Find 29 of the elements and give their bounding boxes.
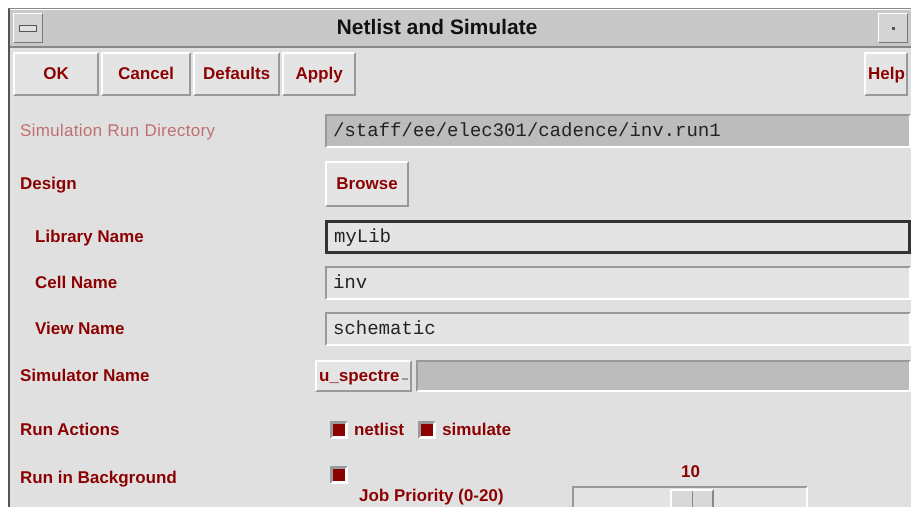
- dialog-button[interactable]: OK: [13, 52, 99, 96]
- priority-label: Job Priority (0-20): [359, 486, 505, 506]
- dialog-button[interactable]: Cancel: [101, 52, 191, 96]
- checkbox[interactable]: [418, 421, 436, 439]
- window-title: Netlist and Simulate: [336, 16, 538, 40]
- dropdown-button[interactable]: u_spectre: [315, 360, 412, 392]
- checkbox[interactable]: [330, 421, 348, 439]
- slider-value: 10: [681, 462, 700, 482]
- field-label: View Name: [34, 319, 126, 339]
- dialog-button[interactable]: Defaults: [193, 52, 280, 96]
- field-label: Run Actions: [20, 420, 120, 440]
- help-button[interactable]: Help: [864, 52, 908, 96]
- checkbox-label: netlist: [354, 420, 404, 440]
- browse-button[interactable]: Browse: [325, 161, 409, 207]
- slider-thumb[interactable]: [670, 489, 714, 507]
- field-label: Run in Background: [20, 467, 178, 488]
- text-field[interactable]: inv: [325, 266, 911, 300]
- text-field[interactable]: schematic: [325, 312, 911, 346]
- minimize-button[interactable]: [878, 13, 908, 43]
- field-label: Cell Name: [34, 273, 118, 293]
- field-label: Simulator Name: [20, 366, 150, 386]
- checkbox-label: simulate: [442, 420, 512, 440]
- checkbox[interactable]: [330, 466, 348, 484]
- field-label: Library Name: [34, 227, 145, 247]
- dialog-button[interactable]: Apply: [282, 52, 356, 96]
- field-label: Simulation Run Directory: [20, 121, 216, 141]
- window-menu-button[interactable]: [13, 13, 43, 43]
- text-field[interactable]: myLib: [325, 220, 911, 254]
- field-label: Design: [20, 174, 78, 194]
